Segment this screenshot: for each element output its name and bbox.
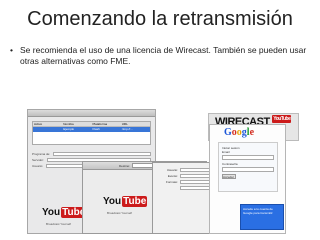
- program-field[interactable]: [53, 152, 151, 156]
- info-box: Accede a tu cuenta de Google para transm…: [240, 204, 284, 230]
- table-row[interactable]: Ejemplo Flash rtmp://...: [33, 127, 150, 132]
- table-cell: Flash: [92, 127, 100, 131]
- field-label: Programa de:: [32, 152, 51, 156]
- youtube-badge: YouTube: [272, 115, 292, 123]
- login-panel: Iniciar sesión Email Contraseña Acceder: [218, 142, 278, 192]
- password-field[interactable]: [222, 167, 274, 172]
- field-label: Usuario:: [166, 168, 178, 172]
- column-header: URL: [121, 122, 128, 126]
- slide-title: Comenzando la retransmisión: [27, 8, 293, 30]
- column-header: Nombre: [63, 122, 74, 126]
- column-header: Activo: [34, 122, 43, 126]
- table-cell: rtmp://...: [121, 127, 133, 131]
- password-label: Contraseña: [222, 162, 238, 166]
- table-cell: [33, 127, 62, 132]
- google-logo: Google: [224, 127, 255, 138]
- youtube-logo: You Tube: [103, 196, 148, 207]
- destination-label: Destino:: [119, 163, 131, 168]
- youtube-logo: You Tube: [42, 207, 87, 218]
- window-titlebar: [28, 110, 155, 117]
- column-header: Plataforma: [92, 122, 108, 126]
- field-label: Formato:: [165, 180, 178, 184]
- destinations-table: Activo Nombre Plataforma URL Ejemplo Fla…: [32, 121, 151, 145]
- field-label: Servidor:: [32, 158, 45, 162]
- login-button[interactable]: Acceder: [222, 174, 236, 179]
- bullet-icon: •: [10, 45, 13, 55]
- email-field[interactable]: [222, 155, 274, 160]
- youtube-tagline: Broadcast Yourself: [46, 222, 72, 226]
- email-label: Email: [222, 150, 230, 154]
- bullet-point: • Se recomienda el uso de una licencia d…: [10, 45, 310, 67]
- table-cell: Ejemplo: [63, 127, 75, 131]
- bullet-text: Se recomienda el uso de una licencia de …: [20, 45, 307, 66]
- field-label: Evento:: [167, 174, 178, 178]
- youtube-tagline: Broadcast Yourself: [107, 211, 133, 215]
- field-label: Usuario:: [32, 164, 44, 168]
- google-login-window: Google Iniciar sesión Email Contraseña A…: [209, 124, 286, 234]
